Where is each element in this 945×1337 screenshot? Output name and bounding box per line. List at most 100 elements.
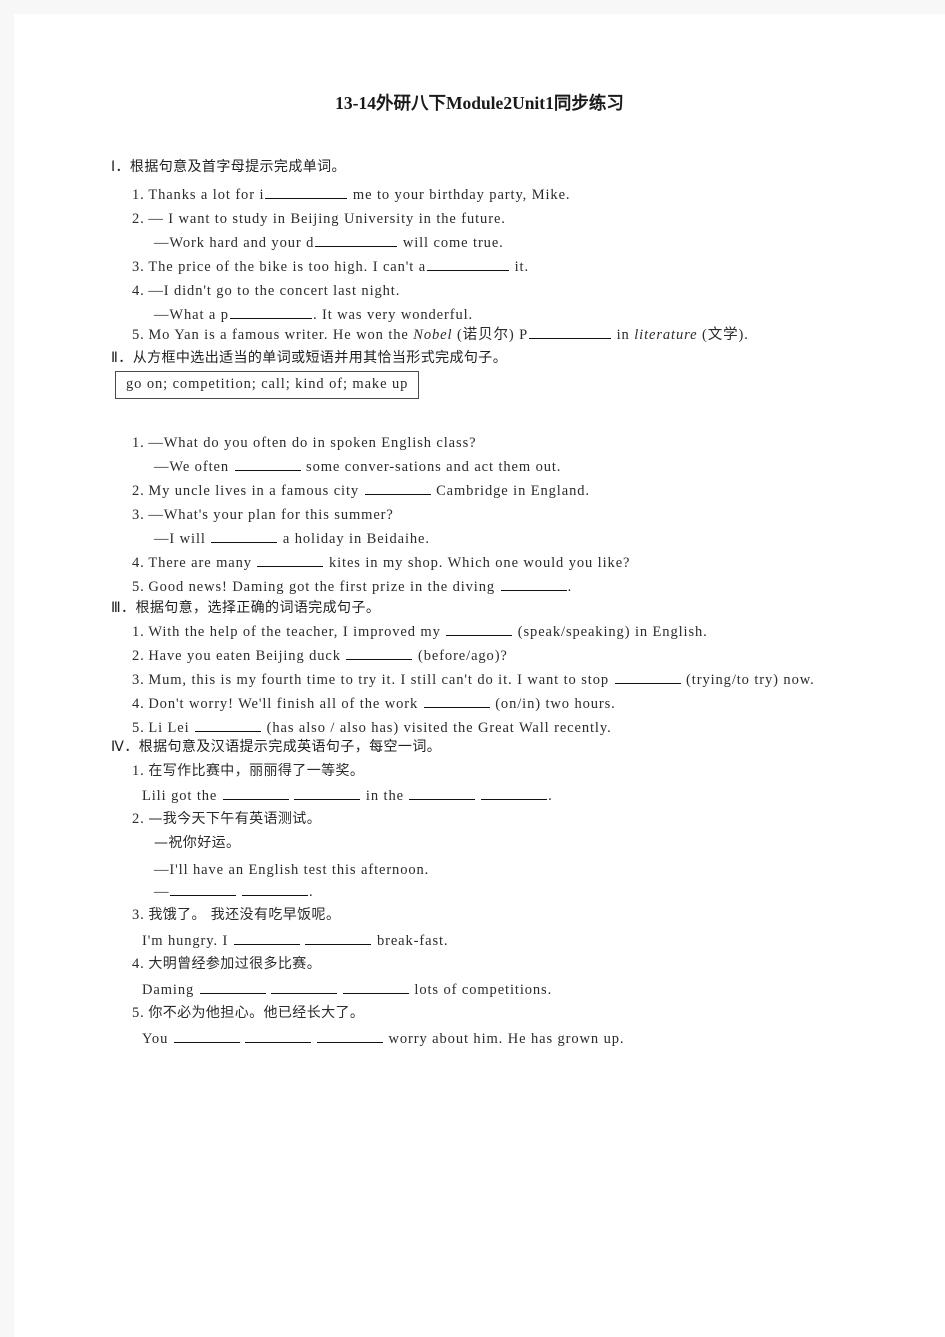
answer-blank[interactable]: [342, 979, 409, 994]
item-text-chinese-2: —祝你好运。: [154, 835, 241, 851]
list-item: 1. With the help of the teacher, I impro…: [132, 621, 708, 645]
answer-blank[interactable]: [500, 576, 567, 591]
answer-blank[interactable]: [257, 552, 324, 567]
item-number: 4.: [132, 956, 145, 972]
list-item: 4. There are many kites in my shop. Whic…: [132, 552, 630, 576]
item-text-post: it.: [510, 259, 529, 275]
list-item: 2. My uncle lives in a famous city Cambr…: [132, 480, 590, 504]
answer-blank[interactable]: [245, 1028, 312, 1043]
item-text-tail: (文学).: [697, 327, 749, 343]
item-text-post: me to your birthday party, Mike.: [348, 187, 571, 203]
item-number: 4.: [132, 283, 145, 299]
answer-blank[interactable]: [234, 456, 301, 471]
list-item-continuation: —I will a holiday in Beidaihe.: [154, 528, 430, 552]
list-item: 3. 我饿了。 我还没有吃早饭呢。: [132, 904, 340, 928]
italic-term-nobel: Nobel: [413, 327, 453, 343]
item-number: 3.: [132, 507, 145, 523]
item-text-pre: Li Lei: [148, 720, 195, 736]
item-text-pre: —: [154, 884, 170, 900]
item-text-line1: —I didn't go to the concert last night.: [148, 283, 401, 299]
item-text-chinese: —我今天下午有英语测试。: [148, 811, 322, 827]
item-text-pre: With the help of the teacher, I improved…: [148, 624, 446, 640]
list-item: 2. Have you eaten Beijing duck (before/a…: [132, 645, 508, 669]
item-text-post: (on/in) two hours.: [490, 696, 616, 712]
item-text-pre: There are many: [148, 555, 257, 571]
list-item: 4. —I didn't go to the concert last nigh…: [132, 280, 400, 304]
answer-blank[interactable]: [229, 304, 312, 319]
list-item-continuation: —Work hard and your d will come true.: [154, 232, 504, 256]
list-item: 4. Don't worry! We'll finish all of the …: [132, 693, 616, 717]
list-item: 3. The price of the bike is too high. I …: [132, 256, 529, 280]
section-heading-3: Ⅲ．根据句意，选择正确的词语完成句子。: [111, 600, 381, 616]
item-text-post: kites in my shop. Which one would you li…: [324, 555, 631, 571]
answer-blank[interactable]: [211, 528, 278, 543]
item-text-mid: (诺贝尔) P: [452, 327, 529, 343]
item-text-chinese: 在写作比赛中，丽丽得了一等奖。: [148, 763, 365, 779]
item-text-pre: Have you eaten Beijing duck: [148, 648, 346, 664]
item-number: 5.: [132, 720, 145, 736]
list-item: 5. Good news! Daming got the first prize…: [132, 576, 572, 600]
answer-blank[interactable]: [481, 785, 548, 800]
item-text-post: break-fast.: [372, 933, 449, 949]
item-number: 2.: [132, 648, 145, 664]
item-text-line1: —What do you often do in spoken English …: [148, 435, 477, 451]
item-number: 1.: [132, 187, 145, 203]
item-number: 5.: [132, 579, 145, 595]
answer-blank[interactable]: [529, 324, 612, 339]
answer-blank[interactable]: [170, 881, 237, 896]
list-item: 1. 在写作比赛中，丽丽得了一等奖。: [132, 760, 364, 784]
item-text-chinese: 你不必为他担心。他已经长大了。: [148, 1005, 365, 1021]
item-text-post: .: [309, 884, 314, 900]
item-text-line1: —What's your plan for this summer?: [148, 507, 394, 523]
answer-blank[interactable]: [242, 881, 309, 896]
item-text-pre: Lili got the: [142, 788, 222, 804]
list-item: 3. —What's your plan for this summer?: [132, 504, 394, 528]
answer-blank[interactable]: [446, 621, 513, 636]
item-number: 2.: [132, 211, 145, 227]
item-number: 5.: [132, 327, 145, 343]
item-text-post: . It was very wonderful.: [312, 307, 474, 323]
answer-blank[interactable]: [199, 979, 266, 994]
answer-blank[interactable]: [409, 785, 476, 800]
answer-blank[interactable]: [294, 785, 361, 800]
answer-blank[interactable]: [427, 256, 510, 271]
answer-blank[interactable]: [265, 184, 348, 199]
answer-blank[interactable]: [346, 645, 413, 660]
answer-blank[interactable]: [614, 669, 681, 684]
answer-blank[interactable]: [173, 1028, 240, 1043]
section-heading-1: Ⅰ．根据句意及首字母提示完成单词。: [111, 159, 346, 175]
item-text-post: worry about him. He has grown up.: [384, 1031, 625, 1047]
word-bank-box: go on; competition; call; kind of; make …: [115, 371, 420, 399]
list-item: 5. 你不必为他担心。他已经长大了。: [132, 1002, 364, 1026]
section-heading-4: Ⅳ．根据句意及汉语提示完成英语句子，每空一词。: [111, 739, 442, 755]
list-item-english-line: —I'll have an English test this afternoo…: [154, 859, 429, 883]
answer-blank[interactable]: [423, 693, 490, 708]
answer-blank[interactable]: [222, 785, 289, 800]
answer-blank[interactable]: [271, 979, 338, 994]
item-text-post: lots of competitions.: [409, 982, 553, 998]
answer-blank[interactable]: [317, 1028, 383, 1043]
answer-blank[interactable]: [364, 480, 431, 495]
answer-blank[interactable]: [233, 930, 300, 945]
item-text-post: (trying/to try) now.: [681, 672, 815, 688]
item-number: 5.: [132, 1005, 145, 1021]
answer-blank[interactable]: [315, 232, 398, 247]
page-title: 13-14外研八下Module2Unit1同步练习: [335, 93, 624, 113]
item-text-pre: Daming: [142, 982, 199, 998]
list-item-answer-line: — .: [154, 881, 314, 905]
list-item: 3. Mum, this is my fourth time to try it…: [132, 669, 815, 693]
item-text-pre: My uncle lives in a famous city: [148, 483, 364, 499]
item-text-pre: —We often: [154, 459, 234, 475]
list-item-answer-line: I'm hungry. I break-fast.: [142, 930, 448, 954]
item-number: 3.: [132, 907, 145, 923]
item-text-mid: in the: [361, 788, 409, 804]
answer-blank[interactable]: [195, 717, 262, 732]
item-number: 2.: [132, 483, 145, 499]
item-text-pre: I'm hungry. I: [142, 933, 233, 949]
item-text-post: .: [548, 788, 553, 804]
item-text-post: (before/ago)?: [413, 648, 508, 664]
list-item-answer-line: Daming lots of competitions.: [142, 979, 552, 1003]
list-item-answer-line: You worry about him. He has grown up.: [142, 1028, 624, 1052]
item-text-pre: The price of the bike is too high. I can…: [148, 259, 427, 275]
answer-blank[interactable]: [305, 930, 372, 945]
